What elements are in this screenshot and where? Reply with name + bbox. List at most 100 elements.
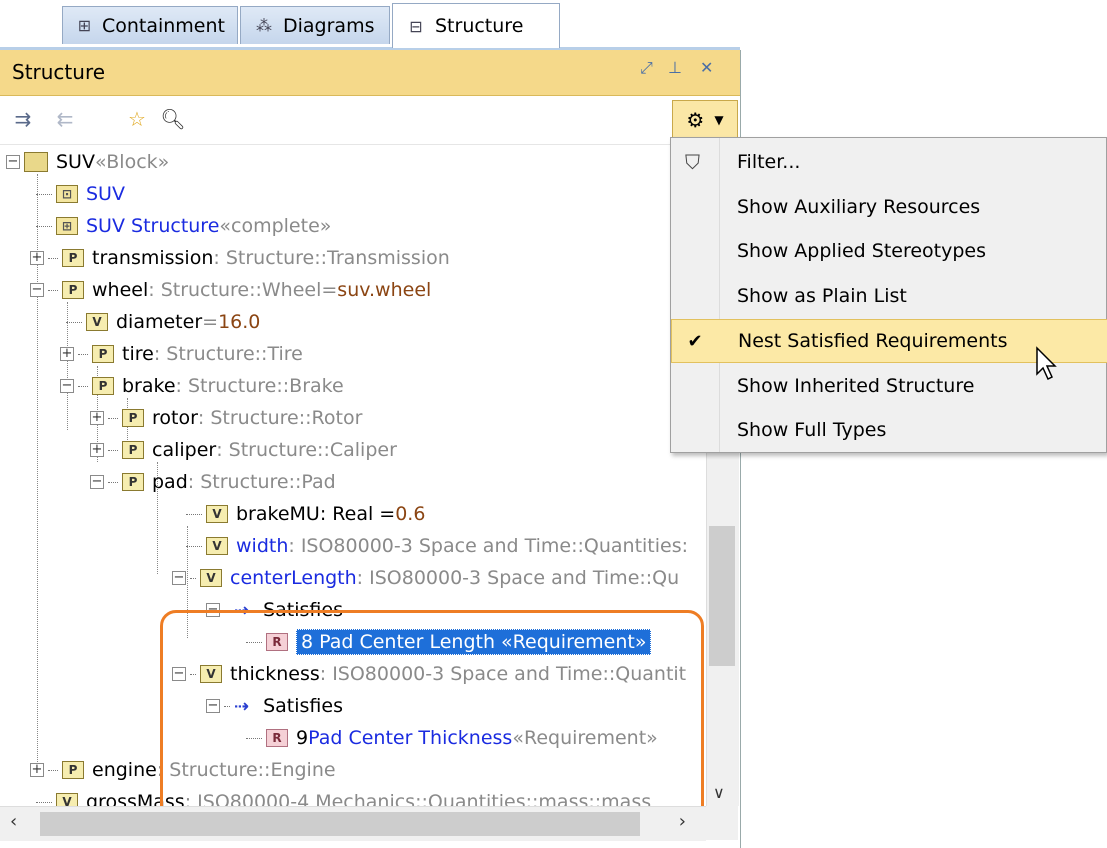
scroll-left-icon[interactable]: ‹	[10, 811, 17, 832]
node-type: : Structure::Wheel	[148, 279, 322, 301]
node-name: centerLength	[230, 567, 357, 589]
close-icon[interactable]: ✕	[700, 58, 713, 77]
node-name: brakeMU	[236, 503, 320, 525]
collapse-toggle[interactable]: −	[90, 475, 104, 489]
node-name: rotor	[152, 407, 198, 429]
menu-item-label: Show as Plain List	[737, 285, 907, 307]
toolbar: ⇉ ⇇ ☆ 🔍︎ ⚙ ▼	[0, 96, 740, 145]
diagrams-icon: ⁂	[256, 16, 272, 35]
filter-icon: ⛉	[685, 150, 700, 174]
tree-row-diameter[interactable]: V diameter = 16.0	[66, 306, 260, 338]
containment-icon: ⊞	[77, 16, 92, 35]
star-icon[interactable]: ☆	[122, 104, 152, 134]
tree-row-brake[interactable]: − P brake : Structure::Brake	[60, 370, 344, 402]
tree-connector	[48, 289, 58, 291]
node-type: : Structure::Transmission	[213, 247, 450, 269]
menu-item-label: Show Applied Stereotypes	[737, 240, 987, 262]
node-type: : Structure::Rotor	[197, 407, 363, 429]
scrollbar-corner	[706, 806, 738, 840]
restore-icon[interactable]: ⤢	[640, 58, 653, 78]
node-type: : ISO80000-3 Space and Time::Qu	[356, 567, 680, 589]
expand-toggle[interactable]: +	[30, 763, 44, 777]
tree-row-wheel[interactable]: − P wheel : Structure::Wheel = suv.wheel	[30, 274, 431, 306]
menu-item-label: Show Auxiliary Resources	[737, 196, 981, 218]
node-type: : Structure::Brake	[175, 375, 344, 397]
node-type: : Structure::Pad	[187, 471, 336, 493]
tree-row-caliper[interactable]: + P caliper : Structure::Caliper	[90, 434, 397, 466]
tree-connector	[108, 481, 118, 483]
tree-row-suv-structure[interactable]: ⊞ SUV Structure «complete»	[36, 210, 331, 242]
tree-connector	[36, 193, 52, 195]
panel-title: Structure	[12, 60, 106, 84]
tree-row-tire[interactable]: + P tire : Structure::Tire	[60, 338, 303, 370]
expand-toggle[interactable]: +	[30, 251, 44, 265]
value-icon: V	[56, 793, 78, 806]
tree-row-centerlength[interactable]: − V centerLength : ISO80000-3 Space and …	[172, 562, 679, 594]
node-name: transmission	[92, 247, 214, 269]
pin-icon[interactable]: ⊥	[668, 58, 682, 77]
node-name: SUV	[56, 151, 95, 173]
collapse-icon[interactable]: ⇇	[50, 104, 80, 134]
node-eq: =	[202, 311, 219, 333]
collapse-toggle[interactable]: −	[6, 155, 20, 169]
tree-row-suv-diagram[interactable]: ⊡ SUV	[36, 178, 125, 210]
tree-connector	[48, 257, 58, 259]
tab-containment[interactable]: ⊞ Containment	[62, 6, 238, 44]
structure-tree: − SUV «Block» ⊡ SUV ⊞ SUV Structure «com…	[0, 146, 706, 806]
tree-connector	[66, 321, 82, 323]
menu-item-show-applied-stereotypes[interactable]: Show Applied Stereotypes	[671, 229, 1107, 273]
chevron-down-icon: ▼	[714, 113, 724, 127]
node-value: 0.6	[395, 503, 426, 525]
node-type: : ISO80000-3 Space and Time::Quantities:	[288, 535, 689, 557]
part-icon: P	[62, 281, 84, 299]
options-button[interactable]: ⚙ ▼	[672, 100, 738, 140]
part-icon: P	[122, 409, 144, 427]
collapse-toggle[interactable]: −	[60, 379, 74, 393]
node-name: engine	[92, 759, 157, 781]
menu-item-filter[interactable]: ⛉ Filter...	[671, 140, 1107, 184]
expand-toggle[interactable]: +	[90, 411, 104, 425]
search-icon[interactable]: 🔍︎	[158, 104, 188, 134]
options-menu: ⛉ Filter... Show Auxiliary Resources Sho…	[670, 137, 1107, 453]
collapse-toggle[interactable]: −	[172, 571, 186, 585]
tree-connector	[36, 801, 52, 803]
node-name: width	[236, 535, 289, 557]
tree-row-suv-block[interactable]: − SUV «Block»	[6, 146, 169, 178]
diagram-icon: ⊡	[56, 185, 78, 203]
tab-diagrams[interactable]: ⁂ Diagrams	[240, 6, 390, 44]
expand-icon[interactable]: ⇉	[8, 104, 38, 134]
horizontal-scroll-thumb[interactable]	[40, 812, 640, 836]
mouse-pointer-icon	[1036, 346, 1057, 381]
vertical-scroll-thumb[interactable]	[709, 526, 735, 666]
collapse-toggle[interactable]: −	[30, 283, 44, 297]
menu-item-show-auxiliary-resources[interactable]: Show Auxiliary Resources	[671, 185, 1107, 229]
node-value: suv.wheel	[337, 279, 432, 301]
tree-connector	[186, 545, 202, 547]
node-name: SUV	[86, 183, 125, 205]
tree-row-transmission[interactable]: + P transmission : Structure::Transmissi…	[30, 242, 450, 274]
tree-row-pad[interactable]: − P pad : Structure::Pad	[90, 466, 336, 498]
expand-toggle[interactable]: +	[90, 443, 104, 457]
tree-connector	[36, 225, 52, 227]
node-name: brake	[122, 375, 176, 397]
menu-item-show-as-plain-list[interactable]: Show as Plain List	[671, 274, 1107, 318]
tree-row-brakemu[interactable]: V brakeMU : Real = 0.6	[186, 498, 425, 530]
part-icon: P	[62, 761, 84, 779]
node-type: : Structure::Tire	[153, 343, 303, 365]
scroll-down-icon[interactable]: ∨	[713, 783, 725, 802]
value-icon: V	[86, 313, 108, 331]
tree-connector	[78, 385, 88, 387]
horizontal-scrollbar[interactable]: ‹ ›	[0, 806, 706, 841]
structure-icon: ⊟	[409, 16, 423, 36]
node-name: caliper	[152, 439, 217, 461]
tree-row-rotor[interactable]: + P rotor : Structure::Rotor	[90, 402, 362, 434]
value-icon: V	[206, 505, 228, 523]
scroll-right-icon[interactable]: ›	[679, 811, 686, 832]
tab-structure[interactable]: ⊟ Structure	[392, 3, 560, 48]
value-icon: V	[200, 569, 222, 587]
tree-row-width[interactable]: V width : ISO80000-3 Space and Time::Qua…	[186, 530, 688, 562]
menu-item-show-full-types[interactable]: Show Full Types	[671, 408, 1107, 452]
tab-structure-label: Structure	[435, 15, 524, 37]
node-name: tire	[122, 343, 154, 365]
expand-toggle[interactable]: +	[60, 347, 74, 361]
